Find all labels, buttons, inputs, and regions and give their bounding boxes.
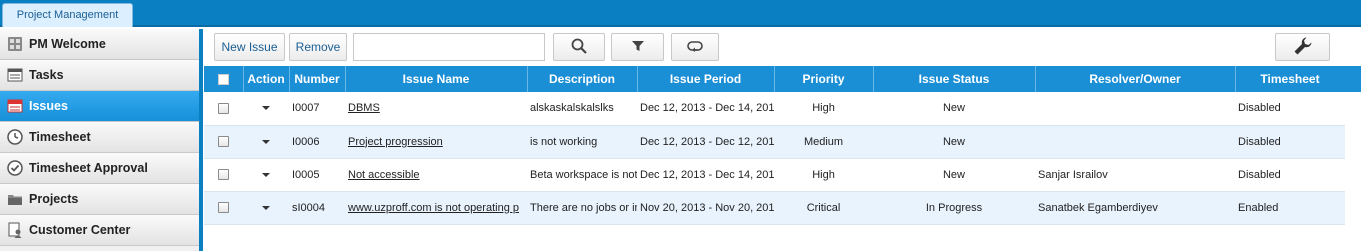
table-row[interactable]: I0007 DBMS alskaskalskalslks Dec 12, 201…: [204, 92, 1345, 126]
issue-period: Nov 20, 2013 - Nov 20, 2013: [637, 191, 774, 225]
issue-name-link[interactable]: Project progression: [348, 136, 443, 148]
search-button[interactable]: [553, 33, 605, 61]
folder-icon: [7, 191, 23, 207]
sidebar-item-customer-center[interactable]: Customer Center: [0, 215, 199, 246]
issue-owner: [1035, 92, 1235, 126]
issue-timesheet: Enabled: [1235, 191, 1345, 225]
table-row[interactable]: I0005 Not accessible Beta workspace is n…: [204, 158, 1345, 192]
issue-period: Dec 12, 2013 - Dec 14, 2013: [637, 158, 774, 192]
row-action-dropdown-icon[interactable]: [262, 205, 270, 210]
calendar-icon: [7, 98, 23, 114]
list-icon: [7, 67, 23, 83]
issue-timesheet: Disabled: [1235, 125, 1345, 159]
sidebar-item-label: Projects: [29, 192, 79, 206]
issue-number: I0006: [289, 125, 345, 159]
select-all-header[interactable]: [204, 66, 244, 92]
top-bar: Project Management: [0, 0, 1361, 27]
issue-description: Beta workspace is not: [527, 158, 637, 192]
column-header-issue-period[interactable]: Issue Period: [637, 66, 775, 92]
issue-status: New: [873, 125, 1035, 159]
row-action-dropdown-icon[interactable]: [262, 106, 270, 111]
select-all-checkbox[interactable]: [217, 74, 229, 86]
new-issue-button[interactable]: New Issue: [214, 33, 285, 61]
table-header-row: Action Number Issue Name Description Iss…: [204, 66, 1346, 92]
table-row[interactable]: sI0004 www.uzproff.com is not operating …: [204, 191, 1345, 225]
sidebar-item-label: Tasks: [29, 68, 64, 82]
sidebar-item-label: Timesheet: [29, 130, 91, 144]
column-header-action[interactable]: Action: [243, 66, 290, 92]
filter-icon: [631, 40, 644, 55]
grid-icon: [7, 36, 23, 52]
row-checkbox[interactable]: [218, 202, 229, 214]
search-icon: [571, 38, 587, 57]
issue-period: Dec 12, 2013 - Dec 14, 2013: [637, 92, 774, 126]
search-input[interactable]: [353, 33, 545, 61]
row-checkbox[interactable]: [218, 136, 229, 148]
settings-button[interactable]: [1275, 33, 1330, 61]
filter-button[interactable]: [611, 33, 664, 61]
issue-name-link[interactable]: DBMS: [348, 102, 380, 114]
issue-status: In Progress: [873, 191, 1035, 225]
sidebar-item-label: PM Welcome: [29, 37, 106, 51]
issue-status: New: [873, 92, 1035, 126]
column-header-issue-status[interactable]: Issue Status: [873, 66, 1036, 92]
row-action-dropdown-icon[interactable]: [262, 139, 270, 144]
people-icon: [7, 222, 23, 238]
row-action-dropdown-icon[interactable]: [262, 172, 270, 177]
issues-table: Action Number Issue Name Description Iss…: [204, 66, 1346, 225]
refresh-button[interactable]: [671, 33, 719, 61]
issue-owner: Sanatbek Egamberdiyev: [1035, 191, 1235, 225]
issue-owner: [1035, 125, 1235, 159]
issue-name-link[interactable]: www.uzproff.com is not operating p: [348, 202, 519, 214]
row-checkbox[interactable]: [218, 102, 229, 114]
sidebar-item-timesheet[interactable]: Timesheet: [0, 122, 199, 153]
issue-priority: High: [774, 92, 873, 126]
issue-number: sI0004: [289, 191, 345, 225]
issue-priority: High: [774, 158, 873, 192]
column-header-timesheet[interactable]: Timesheet: [1235, 66, 1346, 92]
issue-period: Dec 12, 2013 - Dec 12, 2013: [637, 125, 774, 159]
issue-number: I0005: [289, 158, 345, 192]
column-header-number[interactable]: Number: [289, 66, 346, 92]
toolbar: New Issue Remove: [210, 33, 1360, 63]
issue-priority: Medium: [774, 125, 873, 159]
sidebar-item-label: Customer Center: [29, 223, 131, 237]
issue-number: I0007: [289, 92, 345, 126]
wrench-icon: [1293, 36, 1313, 59]
issue-owner: Sanjar Israilov: [1035, 158, 1235, 192]
column-header-issue-name[interactable]: Issue Name: [345, 66, 528, 92]
sidebar-divider: [199, 29, 203, 251]
check-circle-icon: [7, 160, 23, 176]
issue-description: There are no jobs or int: [527, 191, 637, 225]
issue-timesheet: Disabled: [1235, 158, 1345, 192]
sidebar-item-timesheet-approval[interactable]: Timesheet Approval: [0, 153, 199, 184]
issue-status: New: [873, 158, 1035, 192]
column-header-description[interactable]: Description: [527, 66, 638, 92]
app-tab-project-management[interactable]: Project Management: [2, 3, 133, 27]
remove-button[interactable]: Remove: [289, 33, 347, 61]
refresh-icon: [686, 40, 704, 55]
issue-name-link[interactable]: Not accessible: [348, 169, 420, 181]
sidebar-item-tasks[interactable]: Tasks: [0, 60, 199, 91]
issue-timesheet: Disabled: [1235, 92, 1345, 126]
sidebar-item-issues[interactable]: Issues: [0, 91, 199, 122]
sidebar-item-projects[interactable]: Projects: [0, 184, 199, 215]
sidebar: PM Welcome Tasks Issues Timesheet Timesh…: [0, 29, 199, 251]
issue-priority: Critical: [774, 191, 873, 225]
sidebar-item-pm-welcome[interactable]: PM Welcome: [0, 29, 199, 60]
issue-description: is not working: [527, 125, 637, 159]
sidebar-item-label: Issues: [29, 99, 68, 113]
issue-description: alskaskalskalslks: [527, 92, 637, 126]
sidebar-item-label: Timesheet Approval: [29, 161, 148, 175]
column-header-priority[interactable]: Priority: [774, 66, 874, 92]
table-scrollbar-stub: [1345, 66, 1361, 92]
column-header-resolver-owner[interactable]: Resolver/Owner: [1035, 66, 1236, 92]
row-checkbox[interactable]: [218, 169, 229, 181]
clock-icon: [7, 129, 23, 145]
table-row[interactable]: I0006 Project progression is not working…: [204, 125, 1345, 159]
